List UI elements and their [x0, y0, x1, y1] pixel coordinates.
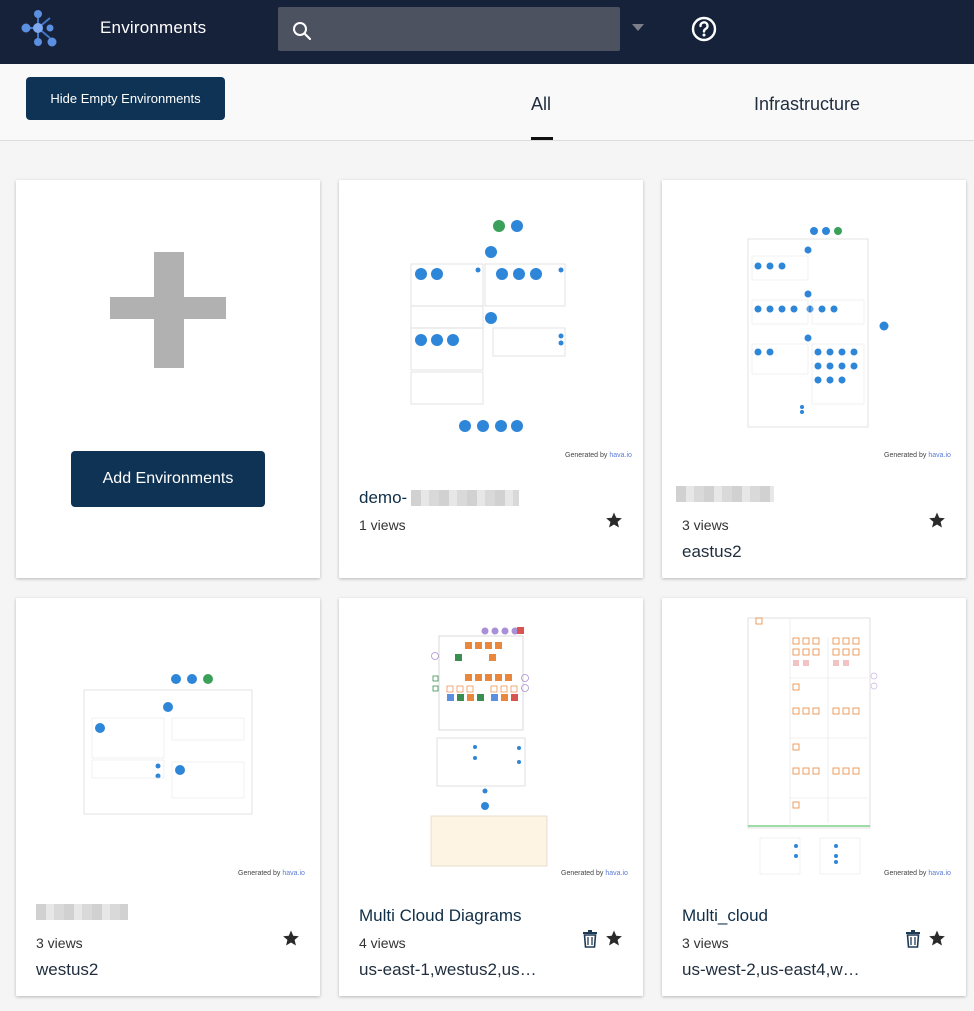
- star-icon[interactable]: [282, 929, 300, 947]
- star-icon[interactable]: [928, 511, 946, 529]
- environment-title[interactable]: demo-: [359, 488, 407, 508]
- view-count: 3 views: [682, 935, 729, 951]
- search-input[interactable]: [322, 7, 612, 51]
- environment-card[interactable]: Generated by hava.io 3 views eastus2: [662, 180, 966, 578]
- tab-infrastructure[interactable]: Infrastructure: [754, 94, 860, 115]
- environment-regions: us-west-2,us-east4,w…: [682, 960, 860, 979]
- redacted-name: [676, 486, 774, 502]
- view-count: 1 views: [359, 517, 406, 533]
- generated-by-label: Generated by hava.io: [238, 870, 305, 877]
- top-bar: Environments: [0, 0, 974, 64]
- hide-empty-environments-button[interactable]: Hide Empty Environments: [26, 77, 225, 120]
- star-icon[interactable]: [928, 929, 946, 947]
- page-title: Environments: [100, 18, 207, 37]
- active-tab-indicator: [531, 137, 553, 140]
- search-icon: [293, 22, 312, 41]
- environment-regions: eastus2: [682, 542, 742, 561]
- diagram-thumbnail[interactable]: [339, 598, 643, 888]
- generated-by-label: Generated by hava.io: [565, 452, 632, 459]
- view-count: 4 views: [359, 935, 406, 951]
- diagram-thumbnail[interactable]: [662, 598, 966, 888]
- view-count: 3 views: [682, 517, 729, 533]
- redacted-name: [36, 904, 128, 920]
- toolbar: Hide Empty Environments All Infrastructu…: [0, 64, 974, 141]
- add-environment-card[interactable]: Add Environments: [16, 180, 320, 578]
- environment-card[interactable]: Generated by hava.io Multi Cloud Diagram…: [339, 598, 643, 996]
- graph-logo-icon[interactable]: [16, 8, 60, 48]
- tab-all[interactable]: All: [531, 94, 551, 115]
- redacted-name: [411, 490, 519, 506]
- star-icon[interactable]: [605, 929, 623, 947]
- generated-by-label: Generated by hava.io: [884, 870, 951, 877]
- environment-regions: us-east-1,westus2,us…: [359, 960, 537, 979]
- generated-by-label: Generated by hava.io: [561, 870, 628, 877]
- help-icon[interactable]: [690, 15, 718, 43]
- environment-title[interactable]: Multi_cloud: [682, 906, 768, 926]
- environment-regions: westus2: [36, 960, 99, 979]
- view-count: 3 views: [36, 935, 83, 951]
- chevron-down-icon[interactable]: [632, 24, 644, 31]
- trash-icon[interactable]: [905, 930, 921, 948]
- environment-card[interactable]: Generated by hava.io 3 views westus2: [16, 598, 320, 996]
- diagram-thumbnail[interactable]: [16, 598, 320, 888]
- generated-by-label: Generated by hava.io: [884, 452, 951, 459]
- diagram-thumbnail[interactable]: [339, 180, 643, 470]
- star-icon[interactable]: [605, 511, 623, 529]
- plus-icon-bar: [110, 297, 226, 319]
- trash-icon[interactable]: [582, 930, 598, 948]
- add-environments-button[interactable]: Add Environments: [71, 451, 265, 507]
- diagram-thumbnail[interactable]: [662, 180, 966, 470]
- environment-card[interactable]: Generated by hava.io Multi_cloud 3 views…: [662, 598, 966, 996]
- search-box[interactable]: [278, 7, 620, 51]
- environment-title[interactable]: Multi Cloud Diagrams: [359, 906, 522, 926]
- environment-card[interactable]: Generated by hava.io demo- 1 views: [339, 180, 643, 578]
